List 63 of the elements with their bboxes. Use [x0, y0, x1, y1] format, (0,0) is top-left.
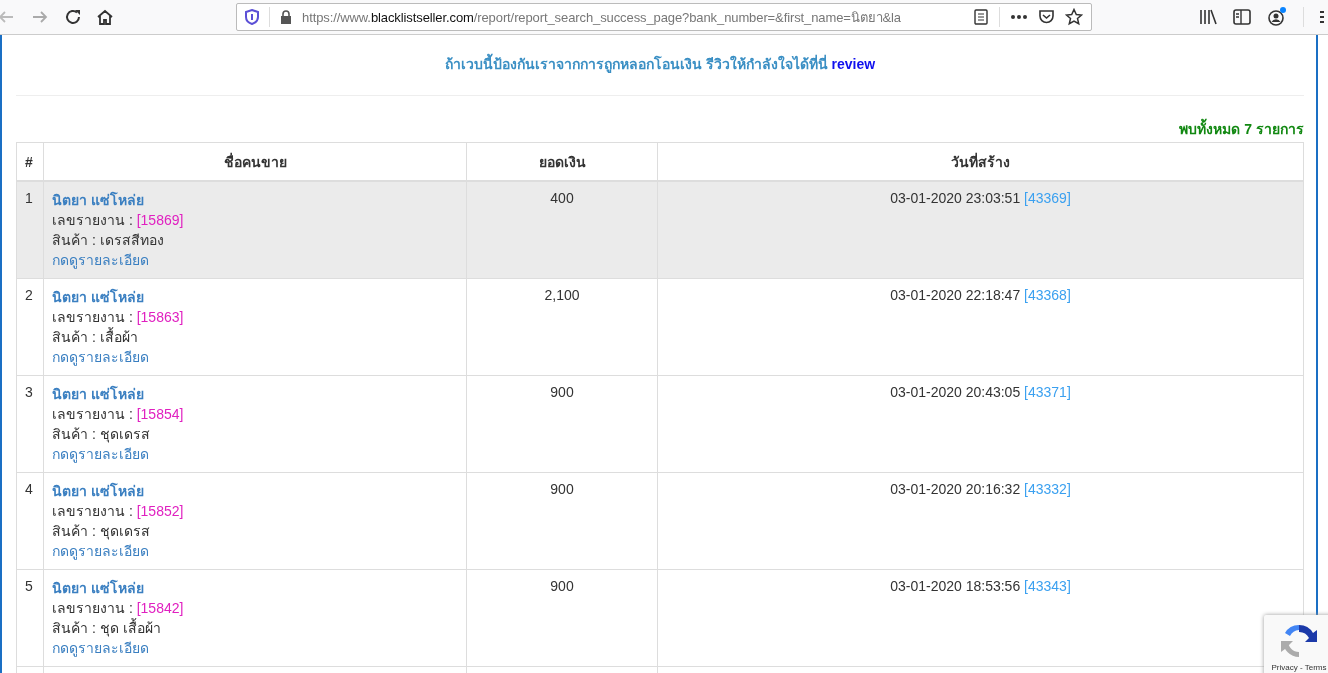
report-id-link[interactable]: [15854] — [136, 406, 184, 422]
amount-cell: 2,100 — [466, 278, 658, 376]
reference-link[interactable]: [43369] — [1024, 190, 1071, 206]
seller-name-link[interactable]: นิตยา แซ่โหล่ย — [52, 580, 144, 596]
created-date: 03-01-2020 18:53:56 — [890, 578, 1021, 594]
amount-cell: 900 — [466, 569, 658, 667]
report-label: เลขรายงาน : — [52, 406, 133, 422]
privacy-terms-link[interactable]: Privacy - Terms — [1271, 663, 1327, 672]
amount-cell: 400 — [466, 181, 658, 279]
product-text: สินค้า : ชุดเดรส — [52, 426, 150, 442]
created-date: 03-01-2020 20:16:32 — [890, 481, 1021, 497]
banner-text: ถ้าเวบนี้ป้องกันเราจากการถูกหลอกโอนเงิน รีวิวให้กำลังใจได้ที่นี่ review — [16, 53, 1304, 75]
details-link[interactable]: กดดูรายละเอียด — [52, 543, 149, 559]
row-number: 1 — [16, 181, 44, 279]
seller-name-link[interactable]: นิตยา แซ่โหล่ย — [52, 386, 144, 402]
details-link[interactable]: กดดูรายละเอียด — [52, 640, 149, 656]
star-icon[interactable] — [1065, 8, 1083, 26]
row-number: 4 — [16, 472, 44, 570]
report-id-link[interactable]: [15842] — [136, 600, 184, 616]
library-icon[interactable] — [1199, 9, 1217, 25]
amount-cell: 900 — [466, 375, 658, 473]
seller-name-link[interactable]: นิตยา แซ่โหล่ย — [52, 289, 144, 305]
report-id-link[interactable]: [15869] — [136, 212, 184, 228]
report-label: เลขรายงาน : — [52, 503, 133, 519]
pocket-icon[interactable] — [1038, 9, 1055, 25]
review-link[interactable]: review — [831, 56, 876, 72]
reader-view-icon[interactable] — [973, 9, 989, 25]
reference-link[interactable]: [43343] — [1024, 578, 1071, 594]
lock-icon — [280, 10, 292, 24]
created-date: 03-01-2020 22:18:47 — [890, 287, 1021, 303]
created-date: 03-01-2020 20:43:05 — [890, 384, 1021, 400]
seller-name-link[interactable]: นิตยา แซ่โหล่ย — [52, 192, 144, 208]
account-icon[interactable] — [1267, 7, 1287, 27]
sidebar-icon[interactable] — [1233, 9, 1251, 25]
report-label: เลขรายงาน : — [52, 600, 133, 616]
details-link[interactable]: กดดูรายละเอียด — [52, 252, 149, 268]
reference-link[interactable]: [43332] — [1024, 481, 1071, 497]
row-number: 5 — [16, 569, 44, 667]
report-label: เลขรายงาน : — [52, 309, 133, 325]
row-number: 2 — [16, 278, 44, 376]
created-date: 03-01-2020 23:03:51 — [890, 190, 1021, 206]
row-number: 3 — [16, 375, 44, 473]
product-text: สินค้า : ชุด เสื้อผ้า — [52, 620, 161, 636]
report-id-link[interactable]: [15852] — [136, 503, 184, 519]
report-id-link[interactable]: [15863] — [136, 309, 184, 325]
reference-link[interactable]: [43371] — [1024, 384, 1071, 400]
address-bar[interactable]: https://www.blacklistseller.com/report/report_search_success_page?bank_number=&first_name=นิตยา&la — [236, 3, 1092, 31]
reload-icon[interactable] — [64, 8, 82, 26]
menu-icon[interactable] — [1320, 9, 1324, 25]
shield-icon — [245, 9, 259, 25]
url-text: https://www.blacklistseller.com/report/report_search_success_page?bank_number=&first_name=นิตยา&la — [302, 8, 902, 27]
details-link[interactable]: กดดูรายละเอียด — [52, 446, 149, 462]
amount-cell: 900 — [466, 472, 658, 570]
product-text: สินค้า : เสื้อผ้า — [52, 329, 138, 345]
reference-link[interactable]: [43368] — [1024, 287, 1071, 303]
result-count: พบทั้งหมด 7 รายการ — [16, 118, 1304, 140]
home-icon[interactable] — [96, 8, 114, 26]
details-link[interactable]: กดดูรายละเอียด — [52, 349, 149, 365]
more-icon[interactable] — [1010, 14, 1028, 20]
report-label: เลขรายงาน : — [52, 212, 133, 228]
product-text: สินค้า : เดรสสีทอง — [52, 232, 164, 248]
seller-name-link[interactable]: นิตยา แซ่โหล่ย — [52, 483, 144, 499]
product-text: สินค้า : ชุดเดรส — [52, 523, 150, 539]
